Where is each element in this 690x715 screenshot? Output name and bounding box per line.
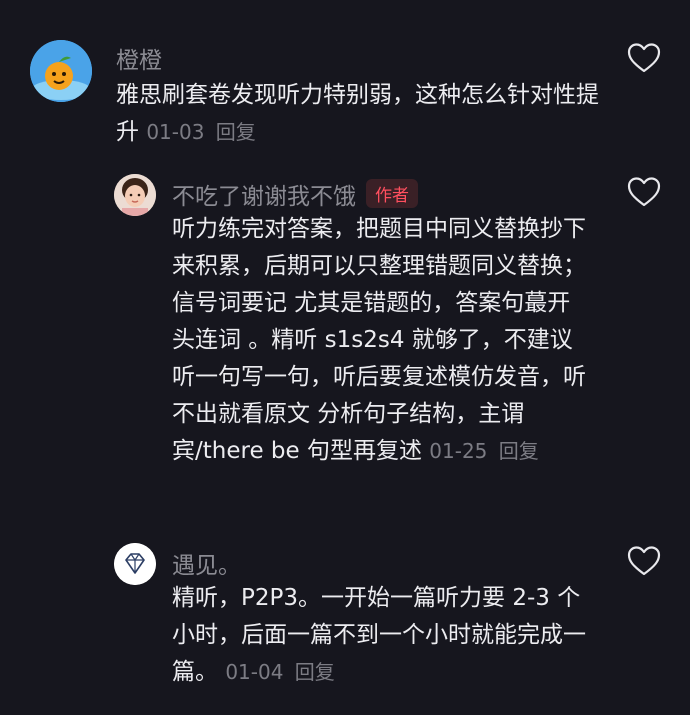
username[interactable]: 橙橙 — [116, 41, 162, 75]
comment-text: 听力练完对答案，把题目中同义替换抄下来积累，后期可以只整理错题同义替换；信号词要… — [172, 211, 590, 470]
avatar[interactable] — [30, 40, 92, 102]
username: 不吃了谢谢我不饿 作者 — [172, 177, 418, 211]
author-badge: 作者 — [366, 179, 418, 208]
username[interactable]: 遇见。 — [172, 546, 241, 580]
comment-date: 01-04 — [225, 660, 284, 684]
avatar[interactable] — [114, 174, 156, 216]
orange-fruit-avatar-icon — [30, 40, 92, 102]
heart-outline-icon[interactable] — [627, 42, 661, 74]
comment-body: 听力练完对答案，把题目中同义替换抄下来积累，后期可以只整理错题同义替换；信号词要… — [172, 216, 586, 464]
comment-date: 01-03 — [146, 120, 205, 144]
comment-text: 精听，P2P3。一开始一篇听力要 2-3 个小时，后面一篇不到一个小时就能完成一… — [172, 580, 590, 691]
comment-date: 01-25 — [429, 439, 488, 463]
diamond-avatar-icon — [114, 543, 156, 585]
comment-text: 雅思刷套卷发现听力特别弱，这种怎么针对性提升 01-03 回复 — [116, 77, 606, 151]
username-label[interactable]: 不吃了谢谢我不饿 — [172, 184, 356, 210]
avatar[interactable] — [114, 543, 156, 585]
heart-outline-icon[interactable] — [627, 545, 661, 577]
child-photo-avatar-icon — [114, 174, 156, 216]
heart-outline-icon[interactable] — [627, 176, 661, 208]
reply-button[interactable]: 回复 — [499, 439, 539, 463]
reply-button[interactable]: 回复 — [216, 120, 256, 144]
reply-button[interactable]: 回复 — [295, 660, 335, 684]
